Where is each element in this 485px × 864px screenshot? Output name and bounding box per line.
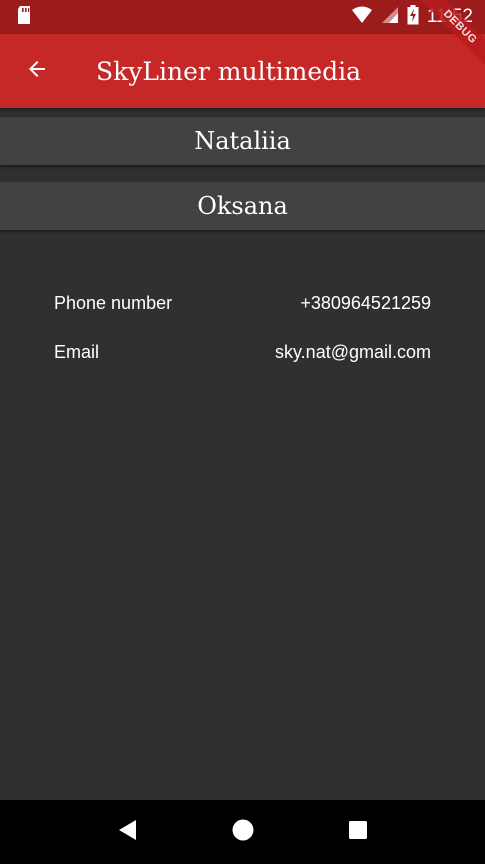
phone-value: +380964521259 <box>300 292 431 313</box>
battery-charging-icon <box>407 4 419 30</box>
wifi-icon <box>351 6 373 29</box>
back-button[interactable] <box>0 34 74 108</box>
back-triangle-icon <box>118 819 138 846</box>
home-circle-icon <box>232 819 254 846</box>
email-value: sky.nat@gmail.com <box>275 341 431 362</box>
cell-signal-icon <box>381 6 399 29</box>
sd-card-icon <box>16 5 32 30</box>
recents-square-icon <box>348 820 368 845</box>
status-bar: 11:52 <box>0 0 485 34</box>
contact-details: Phone number +380964521259 Email sky.nat… <box>54 290 431 365</box>
page-title: SkyLiner multimedia <box>96 56 362 86</box>
email-label: Email <box>54 341 100 362</box>
arrow-back-icon <box>25 57 49 86</box>
status-left <box>16 5 32 30</box>
system-nav-bar <box>0 800 485 864</box>
app-bar: SkyLiner multimedia <box>0 34 485 108</box>
email-row: Email sky.nat@gmail.com <box>54 339 431 365</box>
phone-label: Phone number <box>54 292 173 313</box>
phone-row: Phone number +380964521259 <box>54 290 431 316</box>
person-button-oksana[interactable]: Oksana <box>0 182 485 230</box>
person-button-nataliia[interactable]: Nataliia <box>0 117 485 165</box>
nav-home-button[interactable] <box>223 812 263 852</box>
nav-recents-button[interactable] <box>338 812 378 852</box>
nav-back-button[interactable] <box>108 812 148 852</box>
